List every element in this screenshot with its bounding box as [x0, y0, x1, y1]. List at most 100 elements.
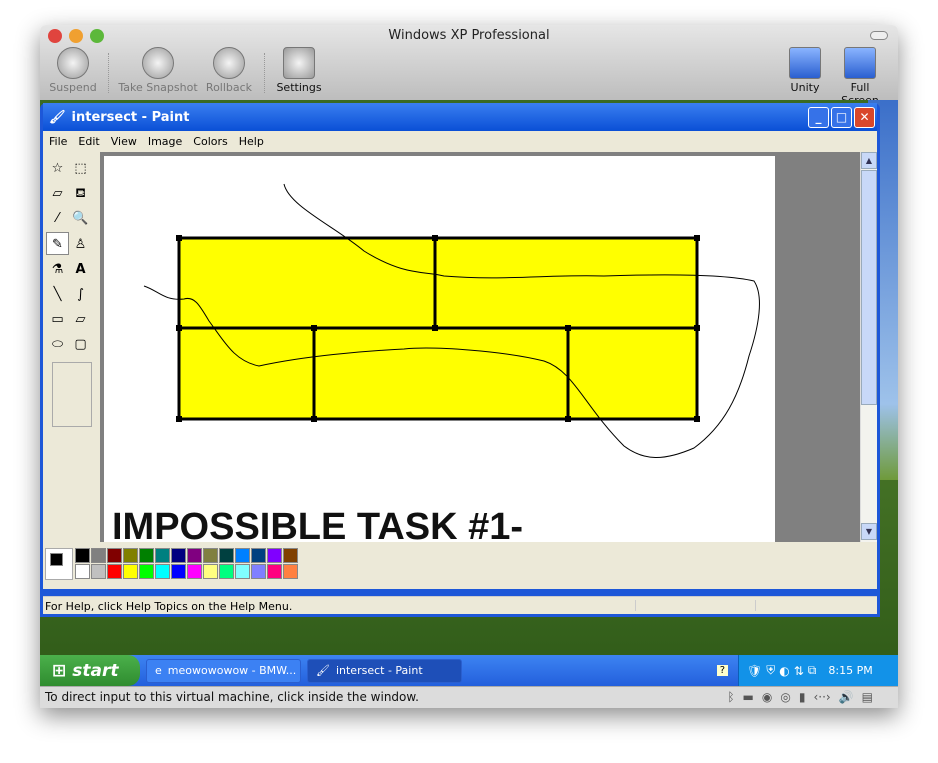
close-button[interactable]: ✕	[854, 106, 875, 128]
palette-color[interactable]	[235, 564, 250, 579]
palette-color[interactable]	[219, 548, 234, 563]
maximize-button[interactable]: □	[831, 106, 852, 128]
taskbar-item-paint[interactable]: 🖌 intersect - Paint	[307, 658, 462, 683]
rollback-button[interactable]: Rollback	[204, 47, 254, 94]
color-picker-icon[interactable]: ⁄	[46, 207, 69, 230]
palette-color[interactable]	[91, 564, 106, 579]
unity-button[interactable]: Unity	[785, 47, 825, 94]
ellipse-icon[interactable]: ⬭	[46, 333, 69, 356]
shared-folders-icon[interactable]: ▤	[862, 690, 873, 705]
palette-color[interactable]	[139, 564, 154, 579]
curve-icon[interactable]: ∫	[69, 283, 92, 306]
palette-color[interactable]	[203, 548, 218, 563]
text-icon[interactable]: A	[69, 258, 92, 281]
bluetooth-icon[interactable]: ᛒ	[727, 690, 734, 705]
security-alert-icon[interactable]: ⛨	[766, 663, 775, 678]
palette-color[interactable]	[107, 564, 122, 579]
pencil-icon[interactable]: ✎	[46, 232, 69, 255]
line-icon[interactable]: ╲	[46, 283, 69, 306]
paint-icon: 🖌	[316, 664, 330, 677]
unity-icon	[789, 47, 821, 79]
network-icon[interactable]: ‹··›	[813, 690, 830, 705]
rectangle-icon[interactable]: ▭	[46, 308, 69, 331]
canvas-text: IMPOSSIBLE TASK #1-	[112, 506, 524, 542]
palette-color[interactable]	[139, 548, 154, 563]
eraser-icon[interactable]: ▱	[46, 182, 69, 205]
palette-color[interactable]	[155, 564, 170, 579]
menu-view[interactable]: View	[111, 135, 137, 148]
magnifier-icon[interactable]: 🔍	[69, 207, 92, 230]
guest-screen[interactable]: 🖌 intersect - Paint _ □ ✕ File Edit View I…	[40, 100, 898, 686]
settings-button[interactable]: Settings	[274, 47, 324, 94]
palette-color[interactable]	[187, 548, 202, 563]
palette-color[interactable]	[283, 564, 298, 579]
airbrush-icon[interactable]: ⚗	[46, 258, 69, 281]
palette-color[interactable]	[155, 548, 170, 563]
scroll-down-icon[interactable]: ▼	[861, 523, 877, 540]
suspend-button[interactable]: Suspend	[48, 47, 98, 94]
minimize-button[interactable]: _	[808, 106, 829, 128]
menu-image[interactable]: Image	[148, 135, 182, 148]
palette-color[interactable]	[219, 564, 234, 579]
palette-color[interactable]	[171, 564, 186, 579]
brush-icon[interactable]: ♙	[69, 233, 92, 256]
paint-title-bar[interactable]: 🖌 intersect - Paint _ □ ✕	[43, 103, 877, 131]
vmware-tools-icon[interactable]: ⧉	[808, 663, 817, 678]
vertical-scrollbar[interactable]: ▲ ▼	[860, 152, 877, 542]
volume-icon[interactable]: ◐	[779, 664, 789, 678]
free-select-icon[interactable]: ☆	[46, 157, 69, 180]
paint-title: intersect - Paint	[71, 109, 190, 125]
usb-icon[interactable]: ▬	[743, 690, 754, 705]
toolbar-toggle[interactable]	[870, 31, 888, 40]
take-snapshot-button[interactable]: Take Snapshot	[118, 47, 198, 94]
menu-colors[interactable]: Colors	[193, 135, 227, 148]
security-warning-icon[interactable]: 🛡	[747, 664, 762, 678]
palette-color[interactable]	[203, 564, 218, 579]
palette-color[interactable]	[91, 548, 106, 563]
palette-color[interactable]	[75, 548, 90, 563]
current-colors[interactable]	[45, 548, 73, 580]
palette-color[interactable]	[267, 564, 282, 579]
window-title: Windows XP Professional	[388, 28, 550, 43]
palette-color[interactable]	[251, 548, 266, 563]
hard-disk-icon[interactable]: ▮	[799, 690, 806, 705]
palette-color[interactable]	[171, 548, 186, 563]
webcam-icon[interactable]: ◉	[762, 690, 772, 705]
fill-icon[interactable]: ⛾	[69, 182, 92, 205]
rounded-rectangle-icon[interactable]: ▢	[69, 333, 92, 356]
cd-icon[interactable]: ◎	[780, 690, 790, 705]
rect-select-icon[interactable]: ⬚	[69, 157, 92, 180]
palette-color[interactable]	[123, 548, 138, 563]
task-label: intersect - Paint	[335, 664, 423, 677]
taskbar: ⊞ start e meowowowow - BMW... 🖌 intersect -…	[40, 655, 898, 686]
system-tray: 🛡 ⛨ ◐ ⇅ ⧉ 8:15 PM	[738, 655, 898, 686]
scroll-up-icon[interactable]: ▲	[861, 152, 877, 169]
network-icon[interactable]: ⇅	[794, 664, 804, 678]
menu-file[interactable]: File	[49, 135, 67, 148]
palette-color[interactable]	[107, 548, 122, 563]
vm-window: Windows XP Professional Suspend Take Sna…	[40, 25, 898, 708]
unity-label: Unity	[790, 81, 820, 94]
fullscreen-icon	[844, 47, 876, 79]
full-screen-button[interactable]: Full Screen	[830, 47, 890, 107]
polygon-icon[interactable]: ▱	[69, 308, 92, 331]
palette-color[interactable]	[283, 548, 298, 563]
scroll-thumb[interactable]	[861, 170, 877, 405]
palette-color[interactable]	[235, 548, 250, 563]
color-palette	[45, 548, 299, 580]
drawing	[143, 183, 760, 458]
taskbar-item-ie[interactable]: e meowowowow - BMW...	[146, 658, 301, 683]
start-button[interactable]: ⊞ start	[40, 655, 140, 686]
menu-edit[interactable]: Edit	[78, 135, 99, 148]
sound-icon[interactable]: 🔊	[839, 690, 854, 705]
palette-color[interactable]	[187, 564, 202, 579]
palette-color[interactable]	[251, 564, 266, 579]
drawing-canvas[interactable]: IMPOSSIBLE TASK #1-	[104, 156, 775, 542]
palette-color[interactable]	[123, 564, 138, 579]
palette-color[interactable]	[267, 548, 282, 563]
tool-options[interactable]	[52, 362, 92, 427]
settings-label: Settings	[276, 81, 322, 94]
menu-help[interactable]: Help	[239, 135, 264, 148]
palette-color[interactable]	[75, 564, 90, 579]
help-icon[interactable]: ?	[716, 665, 728, 676]
